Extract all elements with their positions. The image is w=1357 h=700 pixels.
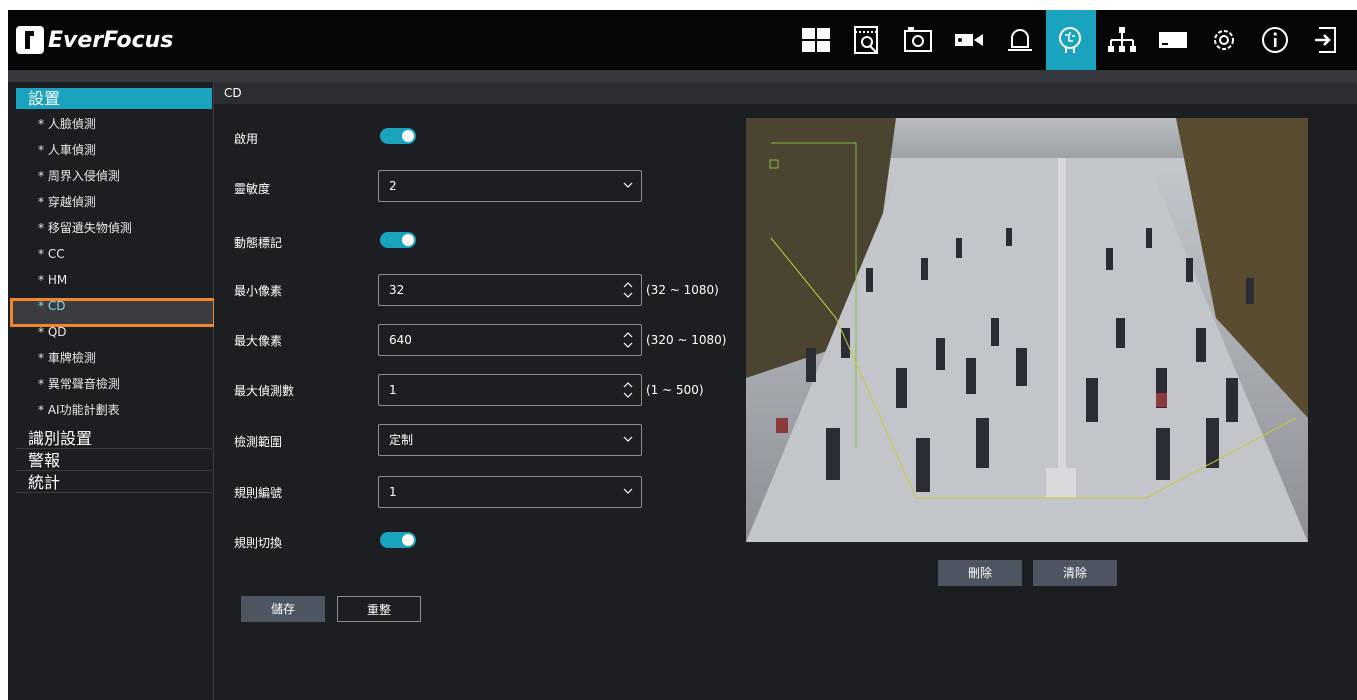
- logo-icon: [16, 26, 44, 54]
- sidebar-section-settings[interactable]: 設置: [16, 88, 212, 109]
- min-pixel-value: 32: [389, 283, 405, 297]
- page-title: CD: [214, 82, 1357, 104]
- sidebar-group-alarm[interactable]: 警報: [16, 450, 212, 471]
- detect-area-value: 定制: [389, 433, 414, 447]
- camera-icon[interactable]: [944, 10, 994, 70]
- sidebar-group-recognition[interactable]: 識別設置: [16, 428, 212, 449]
- spinner-icon[interactable]: [623, 279, 633, 301]
- delete-button[interactable]: 刪除: [938, 560, 1022, 586]
- sidebar-item-audio[interactable]: * 異常聲音檢測: [38, 376, 120, 392]
- chevron-down-icon: [623, 436, 633, 442]
- rule-number-label: 規則編號: [234, 486, 283, 500]
- sidebar-item-cc[interactable]: * CC: [38, 246, 65, 262]
- detect-area-label: 檢測範圍: [234, 435, 283, 449]
- snapshot-icon[interactable]: [893, 10, 943, 70]
- sensitivity-select[interactable]: 2: [378, 170, 642, 202]
- enable-toggle[interactable]: [380, 128, 416, 144]
- settings-icon[interactable]: [1199, 10, 1249, 70]
- max-pixel-range: (320 ~ 1080): [646, 333, 727, 347]
- camera-preview[interactable]: [746, 118, 1308, 542]
- enable-label: 啟用: [234, 132, 259, 146]
- sidebar-item-ai-schedule[interactable]: * AI功能計劃表: [38, 402, 120, 418]
- spinner-icon[interactable]: [623, 329, 633, 351]
- live-view-icon[interactable]: [791, 10, 841, 70]
- save-button[interactable]: 儲存: [241, 596, 325, 622]
- sidebar: 設置 * 人臉偵測 * 人車偵測 * 周界入侵偵測 * 穿越偵測 * 移留遺失物…: [8, 82, 216, 700]
- logout-icon[interactable]: [1301, 10, 1351, 70]
- app-window: EverFocus 設置 * 人臉偵測 * 人車偵測 * 周界入侵偵測 * 穿越…: [8, 10, 1357, 700]
- dynamic-mark-label: 動態標記: [234, 236, 283, 250]
- playback-icon[interactable]: [842, 10, 892, 70]
- max-pixel-label: 最大像素: [234, 334, 283, 348]
- main-content: CD 啟用 靈敏度 2 動態標記 最小像素 32 (32 ~ 1080) 最大像…: [214, 82, 1357, 700]
- max-detect-input[interactable]: 1: [378, 374, 642, 406]
- network-icon[interactable]: [1097, 10, 1147, 70]
- sensitivity-value: 2: [389, 179, 397, 193]
- detect-area-select[interactable]: 定制: [378, 424, 642, 456]
- header-divider: [8, 70, 1357, 82]
- sidebar-item-face-detect[interactable]: * 人臉偵測: [38, 116, 96, 132]
- brand-logo: EverFocus: [16, 24, 173, 56]
- sidebar-item-object-left[interactable]: * 移留遺失物偵測: [38, 220, 132, 236]
- sidebar-item-lpr[interactable]: * 車牌檢測: [38, 350, 96, 366]
- sidebar-group-statistics[interactable]: 統計: [16, 472, 212, 493]
- max-pixel-value: 640: [389, 333, 412, 347]
- sidebar-item-cd[interactable]: * CD: [38, 298, 65, 314]
- reset-button[interactable]: 重整: [337, 596, 421, 622]
- clear-button[interactable]: 清除: [1033, 560, 1117, 586]
- min-pixel-range: (32 ~ 1080): [646, 283, 719, 297]
- spinner-icon[interactable]: [623, 379, 633, 401]
- info-icon[interactable]: [1250, 10, 1300, 70]
- rule-switch-label: 規則切換: [234, 536, 283, 550]
- rule-number-value: 1: [389, 485, 397, 499]
- sidebar-item-perimeter[interactable]: * 周界入侵偵測: [38, 168, 120, 184]
- sidebar-item-human-vehicle[interactable]: * 人車偵測: [38, 142, 96, 158]
- sidebar-item-hm[interactable]: * HM: [38, 272, 67, 288]
- sidebar-item-line-crossing[interactable]: * 穿越偵測: [38, 194, 96, 210]
- min-pixel-input[interactable]: 32: [378, 274, 642, 306]
- chevron-down-icon: [623, 488, 633, 494]
- brand-name: EverFocus: [48, 27, 174, 53]
- chevron-down-icon: [623, 182, 633, 188]
- alarm-icon[interactable]: [995, 10, 1045, 70]
- dynamic-mark-toggle[interactable]: [380, 232, 416, 248]
- min-pixel-label: 最小像素: [234, 284, 283, 298]
- storage-icon[interactable]: [1148, 10, 1198, 70]
- rule-switch-toggle[interactable]: [380, 532, 416, 548]
- preview-image: [746, 118, 1308, 542]
- sidebar-item-qd[interactable]: * QD: [38, 324, 67, 340]
- ai-icon[interactable]: [1046, 10, 1096, 70]
- top-bar: EverFocus: [8, 10, 1357, 70]
- rule-number-select[interactable]: 1: [378, 476, 642, 508]
- max-pixel-input[interactable]: 640: [378, 324, 642, 356]
- sensitivity-label: 靈敏度: [234, 182, 271, 196]
- max-detect-label: 最大偵測數: [234, 384, 295, 398]
- max-detect-range: (1 ~ 500): [646, 383, 704, 397]
- max-detect-value: 1: [389, 383, 397, 397]
